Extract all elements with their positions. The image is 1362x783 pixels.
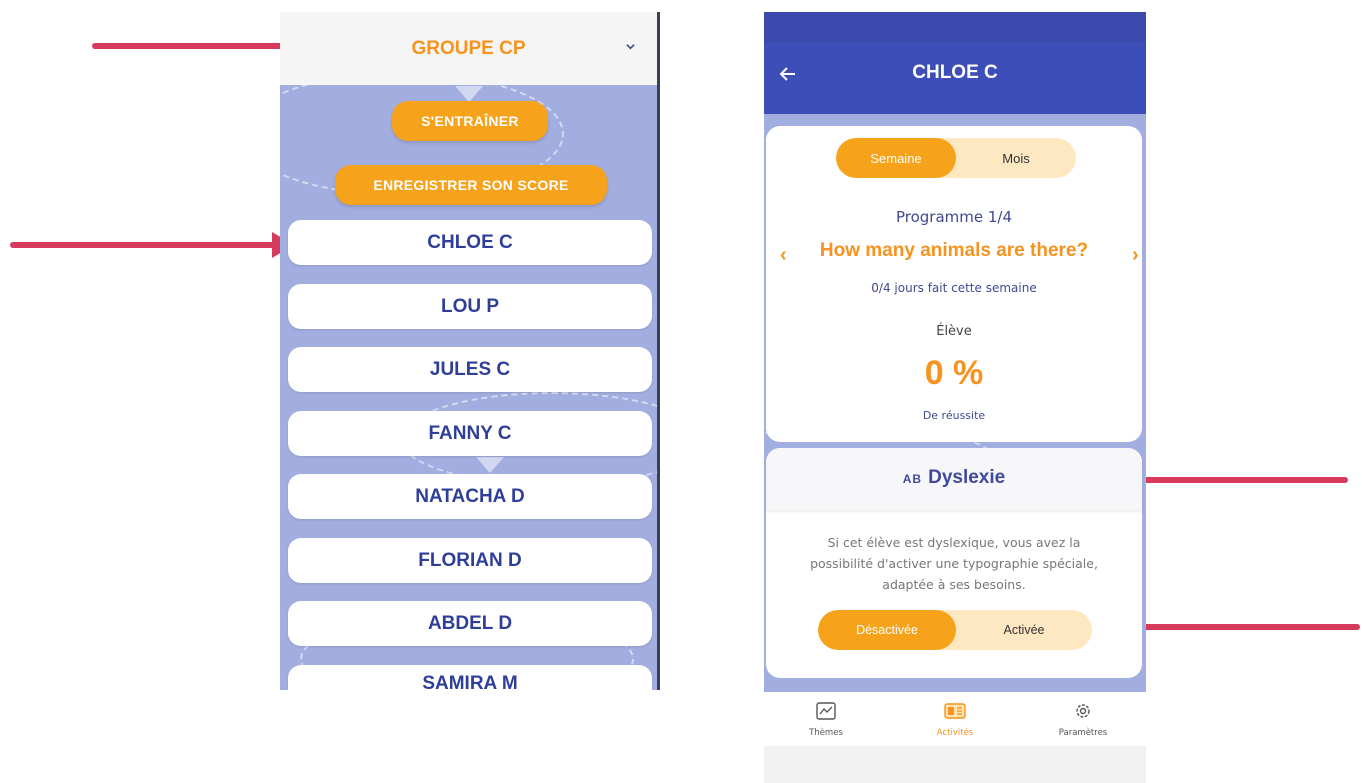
student-item[interactable]: ABDEL D: [288, 601, 652, 646]
dyslexia-title-text: Dyslexie: [928, 467, 1006, 488]
chart-icon: [816, 702, 836, 720]
app-bar: CHLOE C: [764, 42, 1146, 114]
nav-label-themes: Thèmes: [809, 728, 843, 738]
dyslexia-toggle[interactable]: Désactivée Activée: [818, 610, 1092, 650]
dyslexia-option-off[interactable]: Désactivée: [818, 610, 956, 650]
period-toggle[interactable]: Semaine Mois: [836, 138, 1076, 178]
progress-card: Semaine Mois Programme 1/4 ‹ How many an…: [766, 126, 1142, 442]
student-item[interactable]: LOU P: [288, 284, 652, 329]
bottom-navigation: Thèmes Activités Paramètres: [764, 692, 1146, 746]
status-bar: [764, 12, 1146, 42]
student-item[interactable]: FANNY C: [288, 411, 652, 456]
group-name: GROUPE CP: [411, 37, 526, 59]
program-label: Programme 1/4: [895, 208, 1013, 226]
record-score-button[interactable]: ENREGISTRER SON SCORE: [335, 165, 607, 205]
nav-settings[interactable]: Paramètres: [1033, 702, 1133, 738]
nav-themes[interactable]: Thèmes: [776, 702, 876, 738]
dyslexia-card: AB Dyslexie Si cet élève est dyslexique, …: [766, 448, 1142, 678]
dyslexia-description: Si cet élève est dyslexique, vous avez l…: [810, 535, 1098, 592]
next-program-icon[interactable]: ›: [1132, 244, 1139, 267]
group-screen: GROUPE CP S'ENTRAÎNER ENREGISTRER SON SC…: [280, 12, 660, 690]
nav-activities[interactable]: Activités: [905, 702, 1005, 738]
program-title: How many animals are there?: [819, 240, 1089, 261]
student-item[interactable]: NATACHA D: [288, 474, 652, 519]
student-label: Élève: [936, 324, 972, 339]
background-triangle: [476, 457, 504, 473]
nav-label-settings: Paramètres: [1058, 728, 1108, 738]
period-option-week[interactable]: Semaine: [836, 138, 956, 178]
activities-icon: [944, 703, 966, 719]
success-caption: De réussite: [922, 409, 986, 422]
system-nav-area: [764, 746, 1146, 783]
chevron-down-icon: [626, 44, 635, 50]
student-item[interactable]: CHLOE C: [288, 220, 652, 265]
student-item[interactable]: FLORIAN D: [288, 538, 652, 583]
student-screen: CHLOE C Semaine Mois Programme 1/4 ‹ How…: [764, 12, 1146, 783]
student-item[interactable]: JULES C: [288, 347, 652, 392]
nav-label-activities: Activités: [936, 728, 974, 738]
student-item[interactable]: SAMIRA M: [288, 665, 652, 690]
screen-edge: [657, 12, 660, 690]
success-percentage: 0 %: [924, 354, 984, 392]
dyslexia-title: AB Dyslexie: [766, 467, 1142, 489]
settings-gear-icon: [1076, 704, 1090, 718]
dyslexia-option-on[interactable]: Activée: [956, 610, 1092, 650]
typography-icon: AB: [902, 472, 923, 486]
page-title: CHLOE C: [912, 62, 998, 83]
group-selector[interactable]: GROUPE CP: [280, 12, 657, 85]
days-progress: 0/4 jours fait cette semaine: [871, 281, 1037, 295]
period-option-month[interactable]: Mois: [956, 138, 1076, 178]
train-button[interactable]: S'ENTRAÎNER: [392, 101, 548, 141]
background-triangle: [455, 86, 483, 102]
